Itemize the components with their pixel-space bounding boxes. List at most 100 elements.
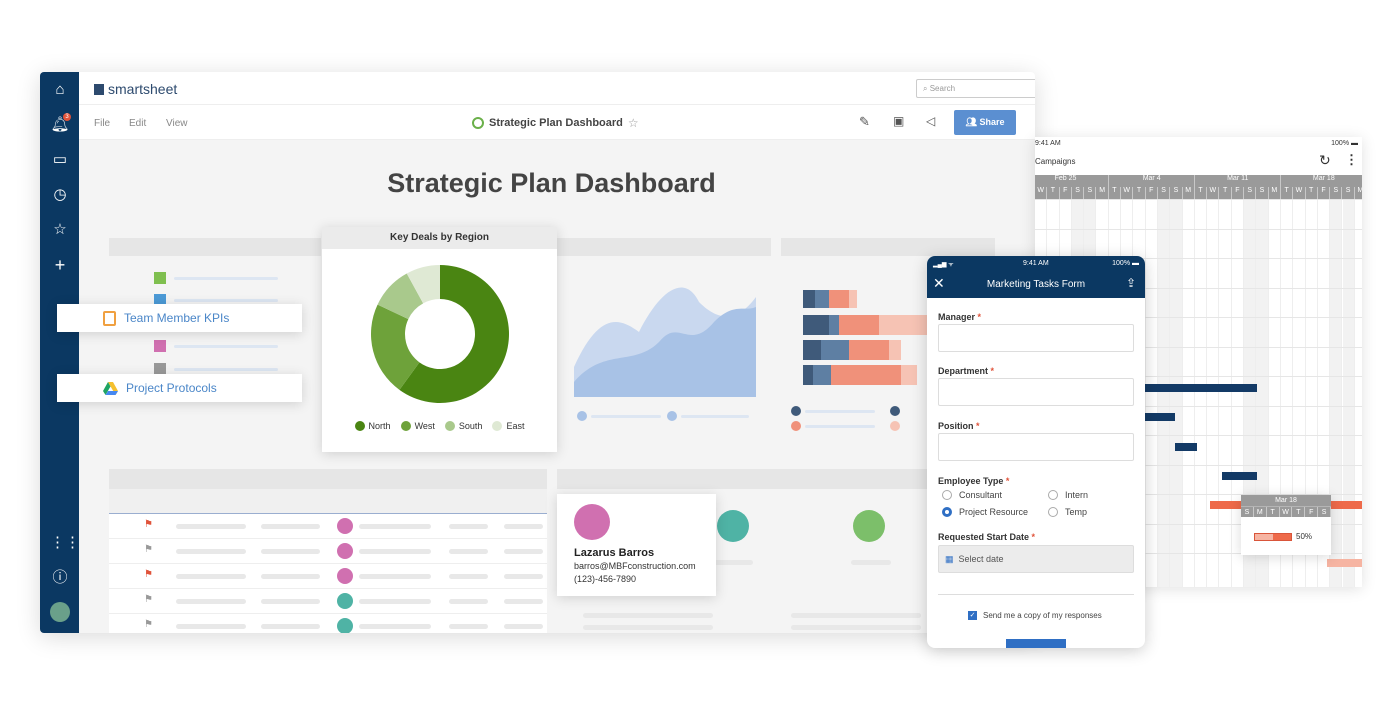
radio-project-resource[interactable]: Project Resource	[942, 507, 1028, 517]
radio-circle-selected	[942, 507, 952, 517]
battery-text: 100%	[1112, 260, 1131, 267]
flag-icon[interactable]: ⚑	[144, 569, 153, 580]
placeholder-line	[174, 368, 278, 371]
radio-consultant[interactable]: Consultant	[942, 490, 1002, 500]
department-input[interactable]	[938, 378, 1134, 406]
day-label: T	[1047, 187, 1060, 199]
more-options-icon[interactable]: ⋮	[1345, 152, 1358, 168]
radio-label: Project Resource	[959, 507, 1029, 517]
placeholder-line	[681, 415, 749, 418]
gantt-bar[interactable]	[1145, 413, 1175, 421]
status-battery: 100% ▬	[1112, 260, 1139, 267]
chart-title: Key Deals by Region	[322, 227, 557, 249]
day-label: T	[1133, 187, 1146, 199]
placeholder-line	[851, 560, 891, 565]
gantt-bar[interactable]	[1327, 559, 1362, 567]
table-row[interactable]: ⚑	[109, 514, 547, 539]
star-icon[interactable]: ☆	[50, 220, 70, 240]
favorite-star-icon[interactable]: ☆	[628, 116, 639, 130]
key-deals-widget: Key Deals by Region North West South East	[322, 227, 557, 452]
flag-icon[interactable]: ⚑	[144, 594, 153, 605]
menu-view[interactable]: View	[166, 118, 188, 129]
flag-icon[interactable]: ⚑	[144, 519, 153, 530]
legend-dot	[890, 406, 900, 416]
folder-icon[interactable]: ▭	[50, 150, 70, 170]
progress-bar	[1254, 533, 1292, 541]
edit-pencil-icon[interactable]: ✎	[859, 114, 870, 130]
refresh-icon[interactable]: ↻	[1319, 152, 1331, 169]
battery-text: 100%	[1331, 140, 1350, 147]
cell-placeholder	[504, 574, 543, 579]
legend-swatch	[400, 421, 411, 431]
gantt-bar[interactable]	[1222, 472, 1257, 480]
clock-icon[interactable]: ◷	[50, 185, 70, 205]
stacked-bar	[803, 290, 857, 308]
contact-avatar	[574, 504, 610, 540]
placeholder-line	[713, 560, 753, 565]
copy-checkbox[interactable]: ✓ Send me a copy of my responses	[968, 611, 1102, 620]
contact-phone[interactable]: (123)-456-7890	[574, 574, 716, 584]
legend-square	[154, 340, 166, 352]
table-row[interactable]: ⚑	[109, 614, 547, 633]
gantt-bar[interactable]	[1175, 443, 1197, 451]
help-icon[interactable]: ⓘ	[50, 568, 70, 588]
table-column-header	[109, 489, 547, 514]
gantt-day-header: WTFSSMTWTFSSMTWTFSSMTWTFSSMT	[1035, 187, 1362, 199]
table-row[interactable]: ⚑	[109, 589, 547, 614]
cell-placeholder	[261, 624, 320, 629]
flag-icon[interactable]: ⚑	[144, 619, 153, 630]
person-avatar	[717, 510, 749, 542]
popup-days: SMTWTFS	[1241, 506, 1332, 517]
gantt-bar[interactable]	[1145, 384, 1257, 392]
legend-swatch	[492, 421, 503, 431]
menu-edit[interactable]: Edit	[129, 118, 146, 129]
popup-day-label: W	[1280, 507, 1293, 517]
radio-label: Temp	[1065, 507, 1088, 517]
home-icon[interactable]: ⌂	[50, 80, 70, 100]
widget-header	[557, 238, 771, 256]
placeholder-line	[583, 625, 713, 630]
announce-icon[interactable]: ◁	[926, 114, 935, 128]
day-label: T	[1281, 187, 1294, 199]
day-label: M	[1269, 187, 1281, 199]
dashboard-heading: Strategic Plan Dashboard	[387, 168, 716, 198]
cell-placeholder	[176, 574, 246, 579]
plus-icon[interactable]: +	[50, 255, 70, 275]
share-label: Share	[979, 117, 1005, 127]
row-line	[1035, 228, 1362, 230]
radio-temp[interactable]: Temp	[1048, 507, 1087, 517]
start-date-picker[interactable]: ▦ Select date	[938, 545, 1134, 573]
radio-circle	[942, 490, 952, 500]
manager-input[interactable]	[938, 324, 1134, 352]
radio-intern[interactable]: Intern	[1048, 490, 1088, 500]
submit-button[interactable]	[1006, 639, 1066, 648]
google-drive-icon	[103, 381, 118, 395]
table-row[interactable]: ⚑	[109, 539, 547, 564]
day-label: T	[1219, 187, 1232, 199]
cell-placeholder	[449, 599, 488, 604]
link-team-member-kpis[interactable]: Team Member KPIs	[57, 304, 302, 332]
share-export-icon[interactable]: ⇪	[1126, 276, 1136, 290]
legend-label: South	[458, 421, 483, 431]
link-project-protocols[interactable]: Project Protocols	[57, 374, 302, 402]
search-input[interactable]: ⌕ Search	[916, 79, 1035, 98]
gantt-hover-popup: Mar 18 SMTWTFS 50%	[1241, 495, 1332, 555]
user-avatar[interactable]	[50, 602, 70, 622]
day-label: F	[1232, 187, 1245, 199]
position-input[interactable]	[938, 433, 1134, 461]
day-label: M	[1355, 187, 1362, 199]
share-button[interactable]: 👥︎ Share	[954, 110, 1016, 135]
bell-icon[interactable]: 🔔︎ 3	[50, 113, 71, 135]
placeholder-line	[591, 415, 661, 418]
day-label: T	[1306, 187, 1318, 199]
apps-grid-icon[interactable]: ⋮⋮	[50, 533, 80, 553]
table-row[interactable]: ⚑	[109, 564, 547, 589]
form-phone: ▂▄▆ ᯤ 9:41 AM 100% ▬ ✕ Marketing Tasks F…	[927, 256, 1145, 648]
week-label: Mar 18	[1281, 175, 1362, 187]
flag-icon[interactable]: ⚑	[144, 544, 153, 555]
day-label: S	[1244, 187, 1257, 199]
contact-email[interactable]: barros@MBFconstruction.com	[574, 561, 716, 571]
present-icon[interactable]: ▣	[893, 114, 904, 128]
menu-file[interactable]: File	[94, 118, 110, 129]
day-label: S	[1170, 187, 1183, 199]
